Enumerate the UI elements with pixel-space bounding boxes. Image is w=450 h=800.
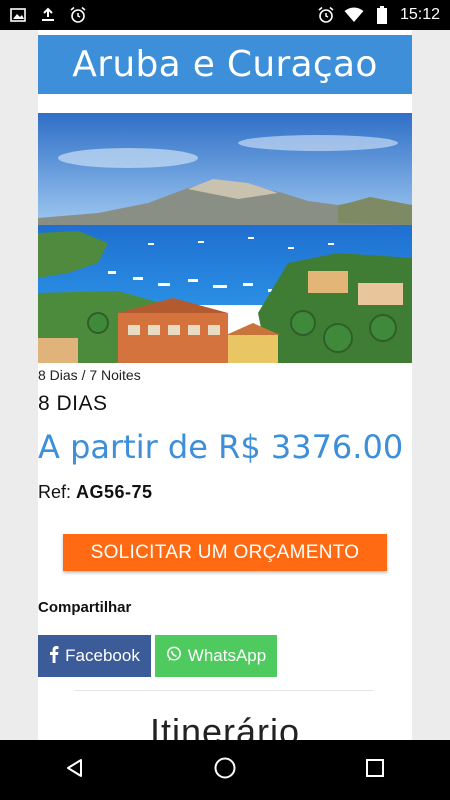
home-icon bbox=[213, 756, 237, 784]
content-page: Aruba e Curaçao 8 Dias / 7 Noites 8 DIAS… bbox=[38, 30, 412, 740]
status-time: 15:12 bbox=[399, 6, 440, 23]
recents-button[interactable] bbox=[345, 740, 405, 800]
wifi-icon bbox=[344, 5, 364, 25]
share-label: Compartilhar bbox=[38, 599, 132, 616]
back-button[interactable] bbox=[45, 740, 105, 800]
itinerary-heading: Itinerário bbox=[149, 711, 301, 740]
image-icon bbox=[8, 5, 28, 25]
alarm-icon bbox=[316, 5, 336, 25]
alarm-icon bbox=[68, 5, 88, 25]
page-title: Aruba e Curaçao bbox=[72, 44, 378, 85]
whatsapp-label: WhatsApp bbox=[187, 646, 267, 665]
recents-icon bbox=[365, 758, 385, 782]
status-bar-right: 15:12 bbox=[316, 5, 450, 25]
whatsapp-icon bbox=[166, 646, 182, 667]
request-quote-button[interactable]: SOLICITAR UM ORÇAMENTO bbox=[63, 534, 387, 571]
battery-icon bbox=[372, 5, 392, 25]
hero-image bbox=[38, 113, 412, 363]
status-bar-left bbox=[0, 5, 88, 25]
back-icon bbox=[64, 757, 86, 783]
request-quote-label: SOLICITAR UM ORÇAMENTO bbox=[90, 541, 360, 563]
ref-value: AG56-75 bbox=[76, 482, 153, 502]
home-button[interactable] bbox=[195, 740, 255, 800]
duration-days: 8 DIAS bbox=[38, 392, 108, 415]
reference: Ref: AG56-75 bbox=[38, 482, 153, 503]
status-bar: 15:12 bbox=[0, 0, 450, 30]
facebook-icon bbox=[49, 645, 59, 668]
facebook-label: Facebook bbox=[65, 646, 140, 665]
ref-label: Ref: bbox=[38, 482, 77, 502]
price-text: A partir de R$ 3376.00 bbox=[38, 428, 404, 466]
page-title-bar: Aruba e Curaçao bbox=[38, 35, 412, 94]
divider bbox=[74, 690, 374, 691]
download-icon bbox=[38, 5, 58, 25]
whatsapp-share-button[interactable]: WhatsApp bbox=[155, 635, 277, 677]
duration-text: 8 Dias / 7 Noites bbox=[38, 367, 141, 383]
navigation-bar bbox=[0, 740, 450, 800]
facebook-share-button[interactable]: Facebook bbox=[38, 635, 151, 677]
